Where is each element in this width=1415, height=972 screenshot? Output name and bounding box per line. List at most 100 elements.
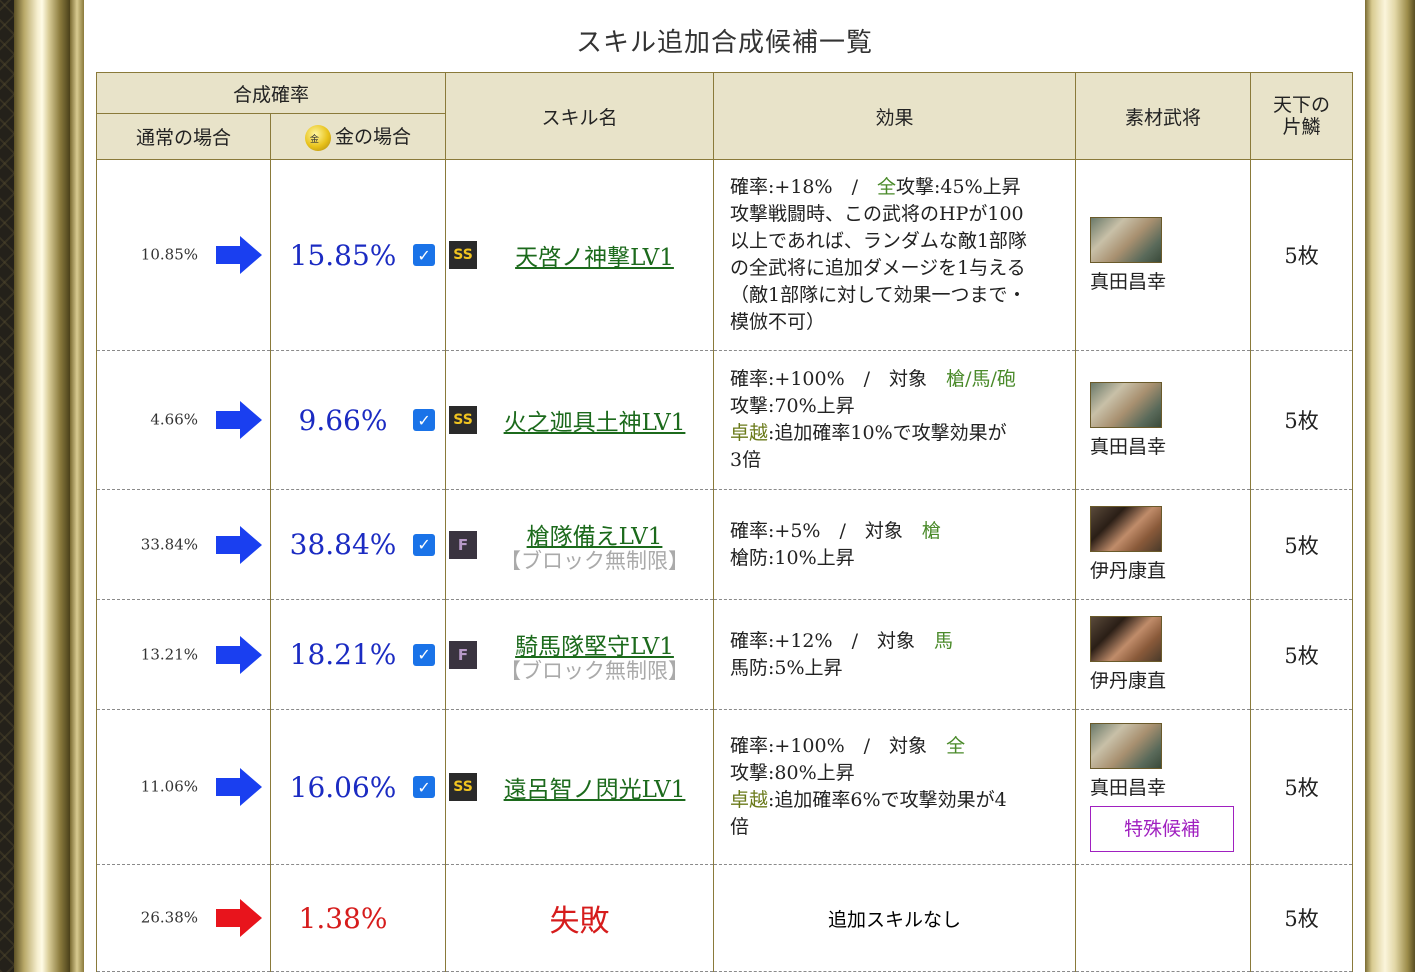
effect-segment: 以上であれば、ランダムな敵1部隊 (730, 230, 1027, 252)
effect-line: 確率:+18% / 全攻撃:45%上昇 (730, 174, 1075, 201)
table-row: 13.21% 18.21% ✓ F 騎馬隊堅守LV1 【ブロック無制限】 確率:+12% /… (96, 599, 1354, 710)
normal-rate-cell: 13.21% (96, 599, 271, 710)
effect-segment: 卓越 (730, 789, 769, 811)
scale-cell: 5枚 (1250, 489, 1354, 600)
header-effect: 効果 (713, 72, 1077, 160)
normal-rate: 11.06% (140, 777, 198, 796)
scale-count: 5枚 (1284, 244, 1319, 268)
header-skill: スキル名 (445, 72, 715, 160)
special-candidate-button[interactable]: 特殊候補 (1090, 805, 1235, 852)
effect-line: 馬防:5%上昇 (730, 655, 1075, 682)
skill-link[interactable]: 火之迦具土神LV1 (504, 410, 686, 436)
normal-rate: 33.84% (140, 535, 198, 553)
blue-arrow-icon (216, 635, 262, 674)
select-checkbox[interactable]: ✓ (413, 409, 436, 431)
gold-rate: 38.84% (289, 528, 397, 561)
effect-line: 確率:+100% / 対象 全 (730, 733, 1075, 760)
effect-segment: 模倣不可） (730, 311, 826, 333)
normal-rate-cell: 33.84% (96, 489, 271, 600)
general-portrait[interactable] (1090, 616, 1163, 662)
general-portrait[interactable] (1090, 722, 1163, 769)
header-normal: 通常の場合 (96, 113, 271, 160)
effect-line: 卓越:追加確率6%で攻撃効果が4 (730, 787, 1075, 814)
effect-cell: 確率:+12% / 対象 馬馬防:5%上昇 (713, 599, 1077, 710)
header-scale-label: 天下の片鱗 (1273, 94, 1331, 138)
effect-line: の全武将に追加ダメージを1与える (730, 255, 1075, 282)
skill-link[interactable]: 遠呂智ノ閃光LV1 (504, 777, 686, 803)
select-checkbox[interactable]: ✓ (413, 643, 436, 666)
gold-rate-cell: 1.38% (269, 864, 447, 972)
gold-rate-cell: 15.85% ✓ (269, 159, 447, 351)
header-gold-label: 金の場合 (335, 126, 412, 148)
effect-segment: 槍/馬/砲 (946, 368, 1016, 390)
normal-rate-cell: 26.38% (96, 864, 271, 972)
effect-segment: 確率:+100% / 対象 (730, 368, 947, 390)
scale-count: 5枚 (1284, 533, 1319, 558)
effect-line: 槍防:10%上昇 (730, 545, 1075, 572)
general-name: 真田昌幸 (1090, 776, 1167, 799)
material-cell: 真田昌幸 (1075, 159, 1252, 351)
table-row: 26.38% 1.38% 失敗 追加スキルなし 5枚 (96, 864, 1354, 972)
normal-rate: 13.21% (140, 645, 198, 663)
scale-cell: 5枚 (1250, 599, 1354, 710)
general-name: 真田昌幸 (1090, 435, 1167, 458)
effect-segment: 確率:+100% / 対象 (730, 735, 947, 757)
scale-count: 5枚 (1284, 907, 1319, 931)
effect-cell: 追加スキルなし (713, 864, 1077, 972)
effect-segment: （敵1部隊に対して効果一つまで・ (730, 284, 1027, 306)
gold-rate: 1.38% (298, 901, 388, 935)
scale-cell: 5枚 (1250, 350, 1354, 490)
frame-right (1365, 0, 1415, 972)
skill-link[interactable]: 騎馬隊堅守LV1 (515, 634, 674, 660)
material-cell: 伊丹康直 (1075, 489, 1252, 600)
skill-link[interactable]: 天啓ノ神撃LV1 (515, 245, 674, 271)
scale-cell: 5枚 (1250, 864, 1354, 972)
rank-f-icon: F (449, 530, 478, 559)
effect-cell: 確率:+5% / 対象 槍槍防:10%上昇 (713, 489, 1077, 600)
header-material: 素材武将 (1075, 72, 1252, 160)
effect-segment: 確率:+18% / (730, 176, 877, 198)
frame-left-inner (70, 0, 84, 972)
general-portrait[interactable] (1090, 506, 1163, 552)
effect-segment: 攻撃:80%上昇 (730, 762, 855, 784)
normal-rate: 26.38% (140, 908, 198, 927)
skill-cell: 失敗 (445, 864, 715, 972)
gold-coin-icon: 金 (305, 125, 331, 151)
skill-link[interactable]: 槍隊備えLV1 (527, 524, 663, 550)
select-checkbox[interactable]: ✓ (413, 776, 436, 798)
fail-label: 失敗 (549, 904, 610, 939)
effect-segment: 卓越 (730, 422, 769, 444)
material-cell: 真田昌幸 特殊候補 (1075, 709, 1252, 865)
gold-rate-cell: 16.06% ✓ (269, 709, 447, 865)
effect-line: 攻撃:80%上昇 (730, 760, 1075, 787)
gold-rate-cell: 38.84% ✓ (269, 489, 447, 600)
effect-segment: 馬防:5%上昇 (730, 656, 843, 679)
skill-cell: F 槍隊備えLV1 【ブロック無制限】 (445, 489, 715, 600)
no-skill-text: 追加スキルなし (828, 908, 962, 931)
scale-count: 5枚 (1284, 409, 1319, 433)
select-checkbox[interactable]: ✓ (413, 244, 436, 266)
skill-cell: SS 火之迦具土神LV1 (445, 350, 715, 490)
skill-cell: F 騎馬隊堅守LV1 【ブロック無制限】 (445, 599, 715, 710)
general-name: 伊丹康直 (1090, 670, 1167, 692)
effect-segment: :追加確率6%で攻撃効果が4 (768, 789, 1007, 811)
blue-arrow-icon (216, 236, 262, 274)
general-name: 伊丹康直 (1090, 560, 1167, 582)
select-checkbox[interactable]: ✓ (413, 533, 436, 556)
scale-count: 5枚 (1284, 776, 1319, 800)
effect-segment: 確率:+12% / 対象 (730, 629, 934, 652)
effect-segment: 全 (946, 735, 966, 757)
table-row: 10.85% 15.85% ✓ SS 天啓ノ神撃LV1 確率:+18% / 全攻撃:45%… (96, 159, 1354, 351)
rank-ss-icon: SS (449, 241, 478, 269)
rank-ss-icon: SS (449, 773, 478, 801)
gold-rate: 18.21% (289, 638, 397, 671)
effect-line: 卓越:追加確率10%で攻撃効果が (730, 420, 1075, 447)
candidate-table: 合成確率 スキル名 効果 素材武将 天下の片鱗 通常の場合 金金の場合 10.8… (95, 72, 1354, 972)
effect-line: （敵1部隊に対して効果一つまで・ (730, 282, 1075, 309)
general-portrait[interactable] (1090, 381, 1163, 428)
general-portrait[interactable] (1090, 216, 1163, 263)
normal-rate: 10.85% (140, 245, 198, 264)
effect-segment: 槍防:10%上昇 (730, 546, 855, 569)
effect-segment: 攻撃戦闘時、この武将のHPが100 (730, 203, 1024, 225)
gold-rate-cell: 18.21% ✓ (269, 599, 447, 710)
